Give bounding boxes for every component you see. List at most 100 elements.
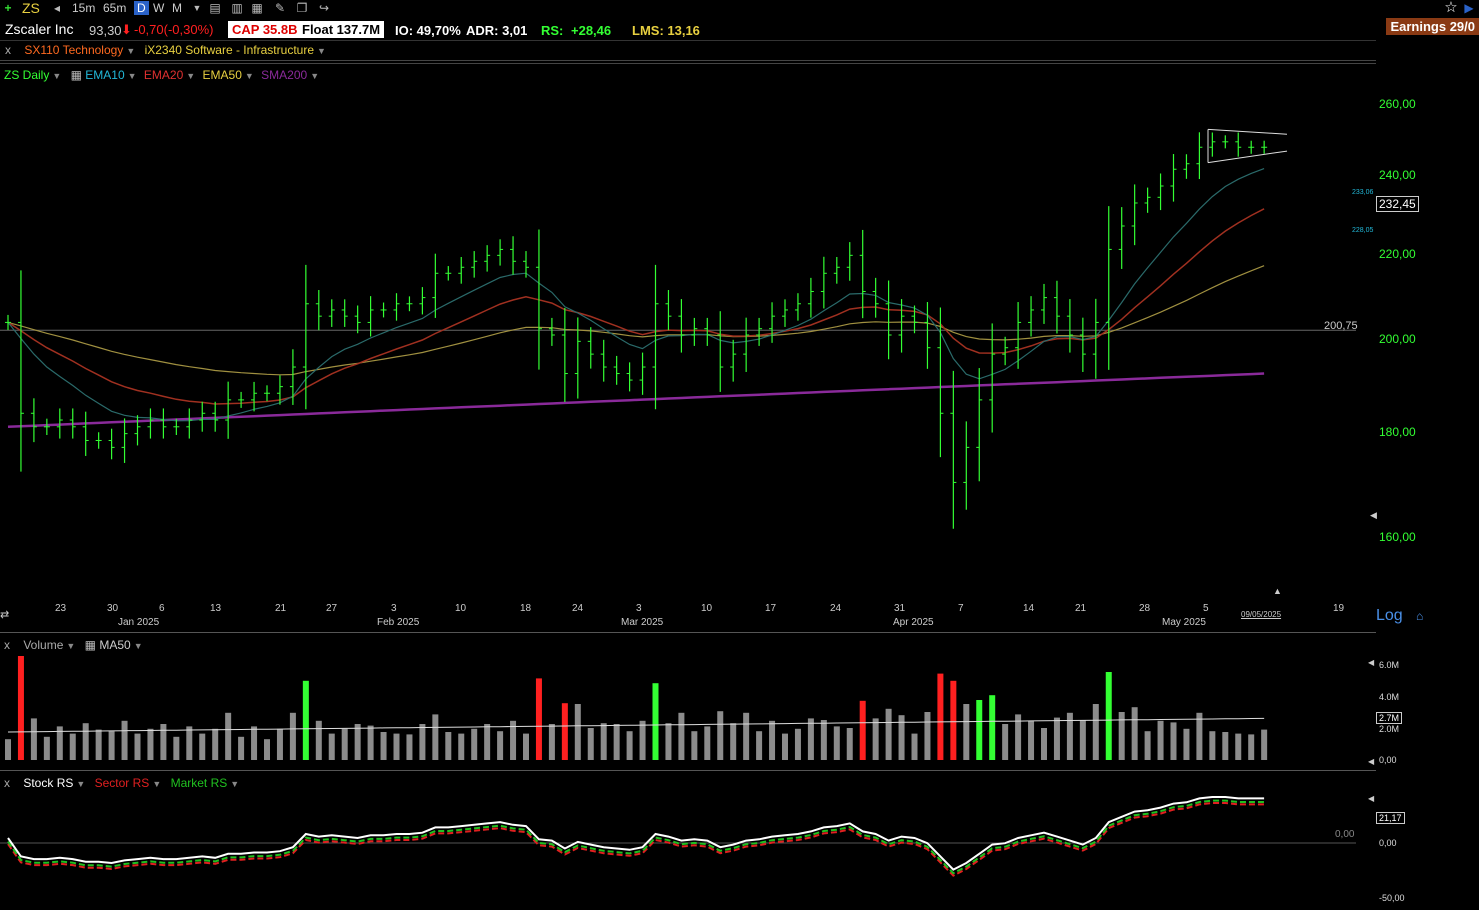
x-tick-month: Feb 2025: [377, 617, 420, 628]
volume-chart[interactable]: [0, 640, 1376, 770]
volume-bar: [1144, 731, 1151, 760]
volume-bar: [717, 711, 724, 760]
volume-bar: [497, 731, 504, 760]
volume-bar: [756, 731, 763, 760]
volume-bar: [380, 732, 387, 760]
scroll-down-icon[interactable]: ◀: [1368, 757, 1374, 766]
x-tick-day: 24: [572, 603, 584, 614]
ohlc-bar: [134, 415, 141, 446]
unlock-icon[interactable]: ⌂: [1416, 609, 1423, 623]
volume-bar: [600, 723, 607, 760]
volume-bar: [561, 703, 568, 760]
scroll-up-icon[interactable]: ◀: [1368, 794, 1374, 803]
volume-bar: [872, 718, 879, 760]
crosshair-icon[interactable]: ⇄: [0, 608, 9, 621]
hline-label: 200,75: [1324, 320, 1358, 332]
flag-icon[interactable]: ▶: [1462, 1, 1476, 15]
lower-mark: 228,05: [1352, 227, 1374, 234]
volume-bar: [859, 700, 866, 760]
ohlc-bar: [1170, 154, 1177, 202]
volume-bar: [1079, 720, 1086, 760]
chevron-down-icon[interactable]: ▼: [76, 779, 85, 789]
y-tick: 260,00: [1379, 97, 1416, 111]
sma200-line: [7, 372, 1265, 429]
ohlc-bar: [833, 257, 840, 284]
ohlc-bar: [251, 381, 258, 412]
ohlc-bar: [328, 299, 335, 327]
ohlc-bar: [1079, 317, 1086, 372]
ohlc-bar: [419, 287, 426, 315]
x-tick-day: 28: [1139, 603, 1151, 614]
ohlc-bar: [678, 299, 685, 353]
volume-bar: [846, 728, 853, 760]
volume-bar: [315, 720, 322, 760]
ohlc-bar: [872, 277, 879, 318]
volume-bar: [393, 733, 400, 760]
rs-legend: x Stock RS ▼ Sector RS ▼ Market RS ▼: [4, 776, 239, 790]
close-icon[interactable]: x: [4, 776, 10, 790]
volume-y-tick: 0,00: [1379, 755, 1397, 765]
ohlc-bar: [587, 327, 594, 369]
ohlc-bar: [1261, 140, 1268, 154]
x-tick-day: 21: [1075, 603, 1087, 614]
volume-bar: [1222, 732, 1229, 760]
x-tick-day: 7: [958, 603, 964, 614]
volume-ma50-line: [7, 717, 1265, 733]
volume-bar: [924, 712, 931, 760]
stock-rs-label[interactable]: Stock RS: [23, 776, 73, 790]
ohlc-bar: [354, 305, 361, 334]
volume-bar: [989, 695, 996, 760]
x-tick-day: 18: [520, 603, 532, 614]
ohlc-bar: [600, 339, 607, 382]
volume-bar: [678, 712, 685, 760]
price-chart[interactable]: [0, 0, 1376, 600]
sector-rs-line: [7, 802, 1265, 877]
ohlc-bar: [1209, 132, 1216, 157]
volume-bar: [963, 704, 970, 760]
ohlc-bar: [743, 317, 750, 372]
date-cursor-label: 09/05/2025: [1241, 610, 1282, 619]
volume-bar: [523, 733, 529, 760]
volume-bar: [367, 725, 374, 760]
chevron-down-icon[interactable]: ▼: [230, 779, 239, 789]
chevron-down-icon[interactable]: ▼: [152, 779, 161, 789]
x-tick-day: 31: [894, 603, 906, 614]
volume-bar: [1235, 733, 1242, 760]
scroll-up-icon[interactable]: ▲: [1273, 586, 1282, 596]
volume-bar: [574, 704, 581, 760]
ohlc-bar: [1144, 187, 1151, 213]
ohlc-bar: [315, 290, 322, 331]
ohlc-bar: [561, 307, 568, 403]
ohlc-bar: [898, 299, 905, 353]
volume-bar: [769, 720, 776, 760]
sector-rs-label[interactable]: Sector RS: [95, 776, 150, 790]
ohlc-bar: [380, 302, 387, 318]
divider: [0, 632, 1376, 633]
ohlc-bar: [807, 277, 814, 318]
y-tick: 200,00: [1379, 332, 1416, 346]
market-rs-label[interactable]: Market RS: [171, 776, 228, 790]
ohlc-bar: [691, 317, 698, 346]
x-tick-day: 24: [830, 603, 842, 614]
volume-bar: [911, 733, 918, 760]
rs-chart[interactable]: [0, 790, 1376, 910]
volume-bar: [587, 728, 594, 760]
ohlc-bar: [1183, 154, 1190, 179]
volume-bar: [69, 733, 76, 760]
x-tick-day: 14: [1023, 603, 1035, 614]
ohlc-bar: [730, 339, 737, 382]
scroll-up-icon[interactable]: ◀: [1368, 658, 1374, 667]
y-tick: 180,00: [1379, 425, 1416, 439]
log-scale-toggle[interactable]: Log: [1376, 607, 1403, 625]
scroll-left-icon[interactable]: ◀: [1370, 510, 1377, 521]
x-tick-month: Mar 2025: [621, 617, 664, 628]
volume-bar: [186, 726, 193, 760]
earnings-badge[interactable]: Earnings 29/0: [1386, 18, 1479, 35]
ohlc-bar: [5, 314, 11, 330]
star-icon[interactable]: ☆: [1444, 0, 1458, 15]
volume-bar: [95, 729, 102, 760]
ohlc-bar: [1131, 184, 1138, 246]
volume-bar: [639, 720, 646, 760]
upper-mark: 233,06: [1352, 189, 1374, 196]
volume-bar: [212, 728, 219, 760]
